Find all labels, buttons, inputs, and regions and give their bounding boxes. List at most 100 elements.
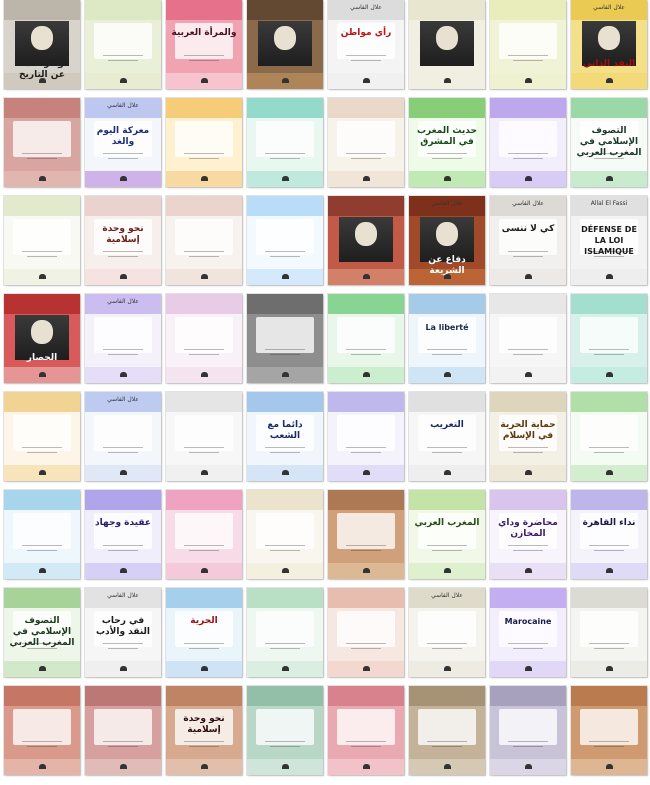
publisher-emblem-icon <box>605 273 613 279</box>
publisher-emblem-icon <box>119 77 127 83</box>
book-cover[interactable]: Marocaine <box>490 588 566 677</box>
publisher-emblem-icon <box>524 371 532 377</box>
book-cover[interactable] <box>409 686 485 775</box>
book-cover[interactable]: التصوف الإسلامي في المغرب العربي <box>571 98 647 187</box>
cover-subtitle-line <box>350 745 382 747</box>
book-cover[interactable]: دائما مع الشعب <box>247 392 323 481</box>
book-cover[interactable] <box>328 392 404 481</box>
book-cover[interactable] <box>166 294 242 383</box>
book-cover[interactable] <box>247 686 323 775</box>
cover-subtitle-line <box>350 647 382 649</box>
book-cover[interactable] <box>166 98 242 187</box>
book-cover[interactable] <box>247 196 323 285</box>
book-cover[interactable]: أوكار تحدث عن التاريخ <box>4 0 80 89</box>
book-cover[interactable] <box>328 686 404 775</box>
book-cover[interactable] <box>328 490 404 579</box>
book-cover[interactable]: حماية الحرية في الإسلام <box>490 392 566 481</box>
cover-title-panel <box>580 415 638 451</box>
book-cover[interactable]: علال الفاسي معركة اليوم والغد <box>85 98 161 187</box>
book-cover[interactable]: علال الفاسي <box>85 392 161 481</box>
cover-title-panel <box>337 709 395 745</box>
book-cover[interactable] <box>328 98 404 187</box>
book-cover[interactable] <box>166 196 242 285</box>
cover-title: نحو وحدة إسلامية <box>102 224 144 246</box>
book-cover[interactable]: نداء القاهرة <box>571 490 647 579</box>
book-cover[interactable] <box>85 0 161 89</box>
book-cover[interactable]: الحرية <box>166 588 242 677</box>
cover-top-band <box>166 490 242 510</box>
publisher-emblem-icon <box>281 665 289 671</box>
cover-title: دائما مع الشعب <box>267 420 303 442</box>
book-cover[interactable]: الحصار <box>4 294 80 383</box>
book-cover[interactable] <box>85 686 161 775</box>
book-cover[interactable]: علال الفاسي النقد الذاتي <box>571 0 647 89</box>
book-cover[interactable]: علال الفاسي كي لا ننسى <box>490 196 566 285</box>
book-cover[interactable] <box>490 686 566 775</box>
book-cover[interactable] <box>4 98 80 187</box>
cover-subtitle-line <box>346 349 386 351</box>
book-cover[interactable] <box>247 98 323 187</box>
book-cover[interactable]: والمرأة العربية <box>166 0 242 89</box>
cover-subtitle-line <box>103 741 143 743</box>
publisher-emblem-icon <box>443 273 451 279</box>
book-cover[interactable]: نحو وحدة إسلامية <box>166 686 242 775</box>
book-cover[interactable]: علال الفاسي رأي مواطن <box>328 0 404 89</box>
book-cover[interactable] <box>571 588 647 677</box>
book-cover[interactable] <box>571 686 647 775</box>
book-cover[interactable] <box>490 0 566 89</box>
cover-top-band <box>328 686 404 706</box>
publisher-emblem-icon <box>524 665 532 671</box>
publisher-emblem-icon <box>362 273 370 279</box>
book-cover[interactable] <box>571 392 647 481</box>
book-cover[interactable]: Allal El Fassi DÉFENSE DE LA LOI ISLAMIQU… <box>571 196 647 285</box>
book-cover[interactable]: المغرب العربي <box>409 490 485 579</box>
book-cover[interactable] <box>328 196 404 285</box>
book-cover[interactable]: علال الفاسي دفاع عن الشريعة <box>409 196 485 285</box>
book-cover[interactable]: التصوف الإسلامي في المغرب العربي <box>4 588 80 677</box>
cover-author: علال الفاسي <box>593 3 625 11</box>
publisher-emblem-icon <box>443 371 451 377</box>
book-cover[interactable]: التعريب <box>409 392 485 481</box>
cover-title-panel <box>13 513 71 549</box>
publisher-emblem-icon <box>119 469 127 475</box>
book-cover[interactable] <box>571 294 647 383</box>
publisher-emblem-icon <box>443 567 451 573</box>
book-cover[interactable] <box>166 490 242 579</box>
book-cover[interactable]: حديث المغرب في المشرق <box>409 98 485 187</box>
book-cover[interactable] <box>247 490 323 579</box>
book-cover[interactable]: نحو وحدة إسلامية <box>85 196 161 285</box>
book-cover[interactable] <box>247 588 323 677</box>
cover-top-band <box>85 0 161 20</box>
book-cover[interactable] <box>247 0 323 89</box>
book-cover[interactable] <box>4 686 80 775</box>
cover-top-band <box>490 98 566 118</box>
book-cover[interactable] <box>328 588 404 677</box>
book-cover[interactable]: عقيدة وجهاد <box>85 490 161 579</box>
cover-top-band <box>247 196 323 216</box>
cover-title: نحو وحدة إسلامية <box>183 714 225 736</box>
cover-title: الحصار <box>26 352 58 363</box>
book-cover[interactable] <box>490 98 566 187</box>
book-cover[interactable]: علال الفاسي <box>409 588 485 677</box>
book-cover[interactable] <box>328 294 404 383</box>
book-cover[interactable] <box>4 490 80 579</box>
publisher-emblem-icon <box>119 665 127 671</box>
book-cover[interactable]: علال الفاسي <box>85 294 161 383</box>
cover-author: Allal El Fassi <box>590 199 628 207</box>
book-cover[interactable] <box>4 196 80 285</box>
book-cover[interactable] <box>4 392 80 481</box>
cover-subtitle-line <box>508 643 548 645</box>
book-cover[interactable] <box>166 392 242 481</box>
book-cover[interactable] <box>490 294 566 383</box>
book-cover[interactable]: علال الفاسي في رحاب النقد والأدب <box>85 588 161 677</box>
cover-author: علال الفاسي <box>107 297 139 305</box>
cover-top-band <box>409 392 485 412</box>
cover-top-band <box>85 490 161 510</box>
book-cover[interactable]: La liberté <box>409 294 485 383</box>
cover-top-band <box>328 490 404 510</box>
book-cover[interactable] <box>409 0 485 89</box>
cover-title-panel <box>337 611 395 647</box>
book-cover[interactable]: محاضرة وداي المخازن <box>490 490 566 579</box>
cover-subtitle-line <box>350 59 382 61</box>
book-cover[interactable] <box>247 294 323 383</box>
